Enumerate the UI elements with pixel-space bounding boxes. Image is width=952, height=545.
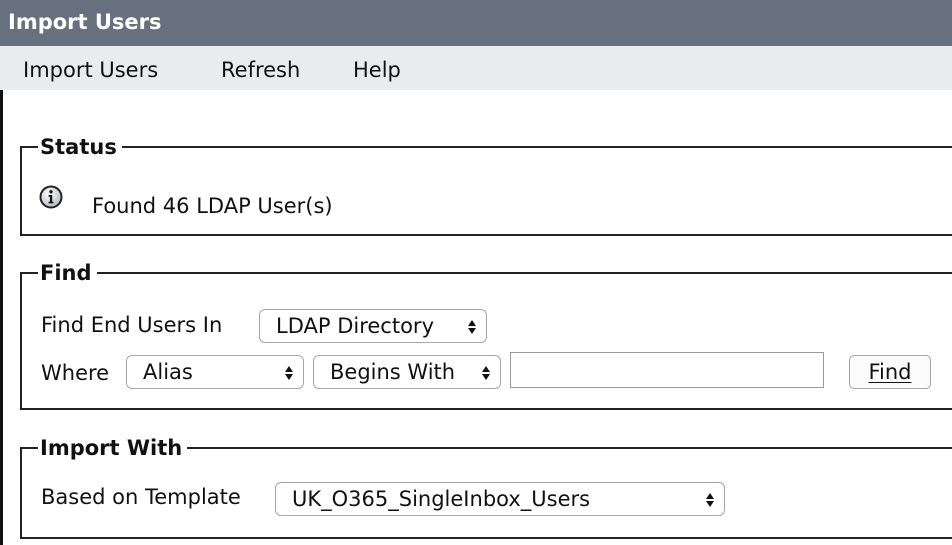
find-in-select-value: LDAP Directory [276, 314, 434, 338]
find-legend: Find [38, 260, 97, 286]
menu-item-help[interactable]: Help [353, 46, 401, 94]
import-with-group: Import With Based on Template UK_O365_Si… [20, 435, 952, 539]
import-with-legend: Import With [38, 435, 188, 461]
where-field-select-value: Alias [143, 360, 193, 384]
status-message: Found 46 LDAP User(s) [92, 194, 333, 218]
menu-bar: Import Users Refresh Help [0, 46, 952, 90]
find-in-label: Find End Users In [41, 313, 223, 337]
window-title-text: Import Users [8, 10, 162, 34]
search-input[interactable] [510, 352, 824, 388]
page-left-border [0, 90, 3, 545]
select-arrows-icon [467, 310, 477, 342]
select-arrows-icon [481, 356, 491, 388]
select-arrows-icon [284, 356, 294, 388]
status-group: Status Found 46 LDAP User(s) [20, 134, 952, 236]
find-in-select[interactable]: LDAP Directory [259, 309, 487, 343]
status-legend: Status [38, 134, 122, 160]
menu-item-refresh[interactable]: Refresh [221, 46, 300, 94]
where-operator-select-value: Begins With [330, 360, 456, 384]
template-select-value: UK_O365_SingleInbox_Users [292, 487, 591, 511]
select-arrows-icon [705, 483, 715, 515]
find-button[interactable]: Find [849, 355, 931, 389]
find-button-label: Find [868, 360, 912, 384]
template-select[interactable]: UK_O365_SingleInbox_Users [275, 482, 725, 516]
menu-item-import-users[interactable]: Import Users [23, 46, 158, 94]
info-icon [39, 185, 63, 209]
where-operator-select[interactable]: Begins With [313, 355, 501, 389]
where-label: Where [41, 361, 110, 385]
window-title: Import Users [0, 0, 952, 46]
where-field-select[interactable]: Alias [126, 355, 304, 389]
find-group: Find Find End Users In LDAP Directory Wh… [20, 260, 952, 410]
template-label: Based on Template [41, 485, 241, 509]
